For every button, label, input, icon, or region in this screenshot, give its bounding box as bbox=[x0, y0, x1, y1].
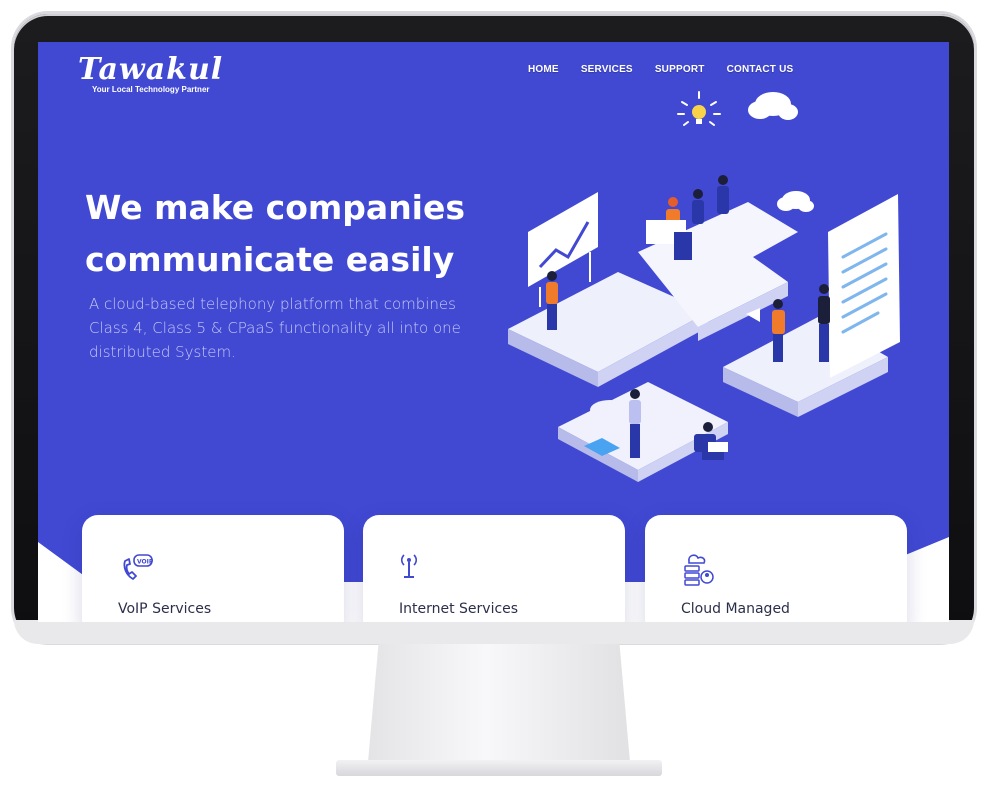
team-member-figure bbox=[546, 271, 558, 330]
service-card-cloud[interactable]: Cloud Managed bbox=[645, 515, 907, 622]
service-card-voip[interactable]: VOIP VoIP Services bbox=[82, 515, 344, 622]
monitor-stand-base bbox=[336, 760, 662, 776]
light-bulb-icon bbox=[677, 91, 721, 126]
service-card-title: Internet Services bbox=[399, 601, 519, 617]
svg-text:VOIP: VOIP bbox=[137, 559, 154, 566]
cloud-icon bbox=[748, 92, 798, 120]
cloud-server-icon bbox=[684, 554, 714, 586]
teamwork-puzzle-illustration bbox=[508, 91, 900, 482]
voip-phone-icon: VOIP bbox=[123, 554, 154, 580]
nav-item-services[interactable]: SERVICES bbox=[581, 64, 633, 75]
monitor-stand bbox=[368, 644, 630, 762]
brand-name: Tawakul bbox=[78, 52, 224, 87]
website-screen: Tawakul Your Local Technology Partner HO… bbox=[38, 42, 949, 622]
brand-tagline: Your Local Technology Partner bbox=[92, 85, 210, 94]
hero-title-line-2: communicate easily bbox=[85, 240, 455, 279]
service-card-title: Cloud Managed bbox=[681, 601, 790, 617]
cloud-icon bbox=[777, 191, 814, 212]
team-member-figure bbox=[818, 284, 830, 362]
hero-subtitle: A cloud-based telephony platform that co… bbox=[89, 295, 461, 361]
antenna-icon bbox=[400, 554, 418, 578]
hero-title-line-1: We make companies bbox=[85, 188, 466, 227]
monitor-chin bbox=[14, 620, 974, 644]
hero-title: We make companies communicate easily bbox=[85, 182, 485, 286]
nav-item-home[interactable]: HOME bbox=[528, 64, 559, 75]
brand-logo[interactable]: Tawakul Your Local Technology Partner bbox=[78, 52, 224, 95]
main-nav: HOME SERVICES SUPPORT CONTACT US bbox=[528, 64, 793, 75]
service-card-title: VoIP Services bbox=[118, 601, 212, 617]
nav-item-contact-us[interactable]: CONTACT US bbox=[727, 64, 794, 75]
nav-item-support[interactable]: SUPPORT bbox=[655, 64, 705, 75]
service-card-internet[interactable]: Internet Services bbox=[363, 515, 625, 622]
document-illustration bbox=[828, 194, 900, 378]
